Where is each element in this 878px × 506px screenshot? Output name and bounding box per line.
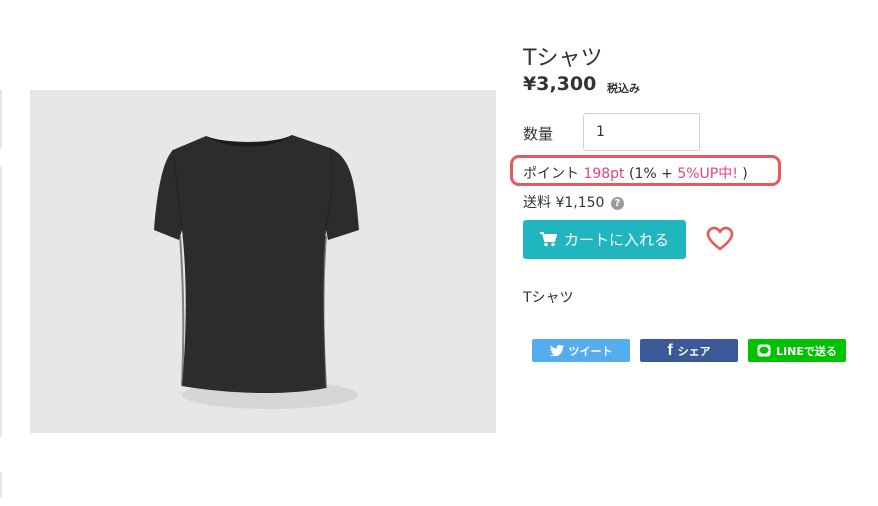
left-edge-line — [0, 90, 2, 148]
points-rate-close: ) — [737, 166, 748, 182]
cart-icon — [539, 232, 557, 247]
line-share-button[interactable]: LINEで送る — [748, 339, 846, 362]
points-label: ポイント — [523, 166, 579, 182]
tax-note: 税込み — [607, 82, 640, 95]
question-circle-icon[interactable]: ? — [610, 197, 624, 210]
product-price: ¥3,300 — [523, 73, 597, 95]
tweet-button[interactable]: ツイート — [532, 339, 630, 362]
points-bonus: 5%UP中! — [677, 166, 738, 182]
points-line: ポイント 198pt (1% + 5%UP中! ) — [523, 163, 748, 183]
shipping-line: 送料 ¥1,150 ? — [523, 192, 624, 212]
points-amount: 198pt — [583, 166, 625, 182]
line-logo-icon — [757, 344, 771, 357]
add-to-cart-label: カートに入れる — [563, 231, 669, 249]
left-edge-line — [0, 472, 2, 498]
twitter-bird-icon — [549, 345, 564, 356]
tshirt-image-icon — [154, 135, 359, 409]
product-description: Tシャツ — [523, 290, 574, 306]
shipping-label: 送料 — [523, 195, 551, 211]
facebook-share-button[interactable]: f シェア — [640, 339, 738, 362]
quantity-label: 数量 — [523, 125, 554, 143]
product-title: Tシャツ — [523, 46, 603, 71]
tweet-label: ツイート — [568, 344, 613, 358]
facebook-share-label: シェア — [677, 344, 711, 358]
left-edge-line — [0, 167, 2, 437]
shipping-value: ¥1,150 — [555, 195, 605, 211]
heart-outline-icon[interactable] — [706, 226, 734, 252]
facebook-f-icon: f — [667, 341, 673, 359]
points-rate-open: (1% + — [629, 166, 678, 182]
line-share-label: LINEで送る — [776, 344, 837, 358]
add-to-cart-button[interactable]: カートに入れる — [523, 220, 686, 259]
quantity-input[interactable] — [583, 113, 700, 151]
product-image[interactable] — [30, 90, 496, 433]
